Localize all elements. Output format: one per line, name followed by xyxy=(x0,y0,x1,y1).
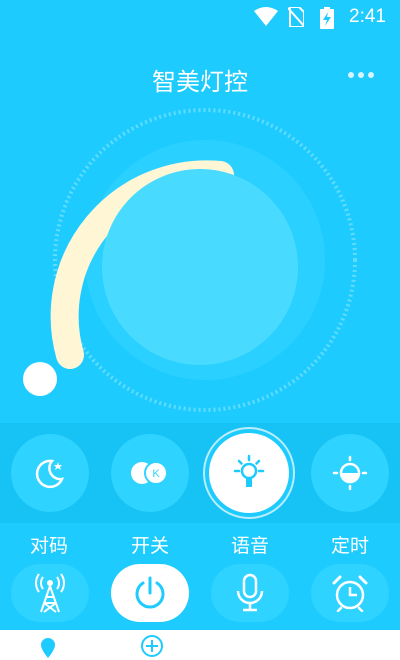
more-menu-icon[interactable] xyxy=(348,70,378,80)
label-timer: 定时 xyxy=(330,535,369,557)
label-pairing: 对码 xyxy=(29,535,68,557)
mode-row: K xyxy=(0,423,400,523)
signal-tower-icon xyxy=(35,573,65,613)
power-button[interactable] xyxy=(111,564,189,622)
half-sun-icon xyxy=(332,455,368,491)
add-icon[interactable] xyxy=(140,634,164,658)
mode-light-button[interactable] xyxy=(209,433,289,513)
pairing-button[interactable] xyxy=(11,564,89,622)
alarm-clock-icon xyxy=(332,575,368,612)
timer-button[interactable] xyxy=(311,564,389,622)
power-icon xyxy=(135,576,165,609)
svg-text:K: K xyxy=(152,468,160,480)
page-title: 智美灯控 xyxy=(152,68,248,96)
label-power: 开关 xyxy=(130,535,169,557)
no-sim-icon xyxy=(288,7,304,27)
microphone-icon xyxy=(236,573,264,612)
dial-center xyxy=(102,169,298,365)
moon-icon xyxy=(35,459,65,489)
bottom-nav xyxy=(0,630,400,660)
mode-color-temp-button[interactable]: K xyxy=(111,434,189,512)
status-bar: 2:41 xyxy=(0,0,400,36)
battery-charging-icon xyxy=(320,7,334,29)
voice-button[interactable] xyxy=(211,564,289,622)
function-row xyxy=(0,560,400,630)
dial-handle[interactable] xyxy=(23,362,57,396)
brightness-dial[interactable] xyxy=(0,105,400,425)
mode-night-button[interactable] xyxy=(11,434,89,512)
bulb-icon xyxy=(233,454,265,487)
function-labels: 对码 开关 语音 定时 xyxy=(0,523,400,563)
k-icon: K xyxy=(131,461,168,485)
location-pin-icon[interactable] xyxy=(38,636,58,660)
mode-brightness-button[interactable] xyxy=(311,434,389,512)
clock: 2:41 xyxy=(349,6,386,27)
wifi-icon xyxy=(254,7,278,26)
label-voice: 语音 xyxy=(230,535,269,557)
